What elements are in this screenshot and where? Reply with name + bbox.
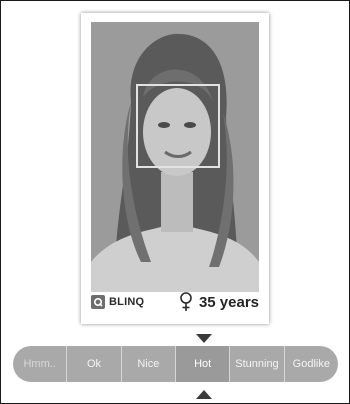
rating-option-nice[interactable]: Nice [122,346,176,382]
selection-arrow-up-icon [196,390,212,399]
rating-option-label: Godlike [292,358,330,370]
rating-option-ok[interactable]: Ok [67,346,122,382]
rating-option-label: Hmm.. [23,358,56,370]
profile-photo [91,22,259,292]
rating-option-hmm[interactable]: Hmm.. [13,346,68,382]
age-info: 35 years [179,292,259,312]
rating-bar: Hmm.. Ok Nice Hot Stunning Godlike [13,346,338,382]
age-label: 35 years [198,293,259,311]
rating-option-label: Ok [86,358,102,370]
rating-option-label: Nice [137,358,160,370]
selection-arrow-down-icon [196,334,212,343]
profile-card: BLINQ 35 years [81,13,269,324]
rating-option-stunning[interactable]: Stunning [230,346,285,382]
face-detection-box [136,84,220,168]
rating-option-godlike[interactable]: Godlike [285,346,338,382]
rating-option-label: Hot [194,358,212,370]
brand-logo: BLINQ [91,295,144,309]
rating-option-hot[interactable]: Hot [175,346,231,382]
female-symbol-icon [180,292,192,311]
rating-option-label: Stunning [235,358,279,370]
brand-name: BLINQ [109,296,145,308]
blinq-logo-icon [91,295,105,309]
